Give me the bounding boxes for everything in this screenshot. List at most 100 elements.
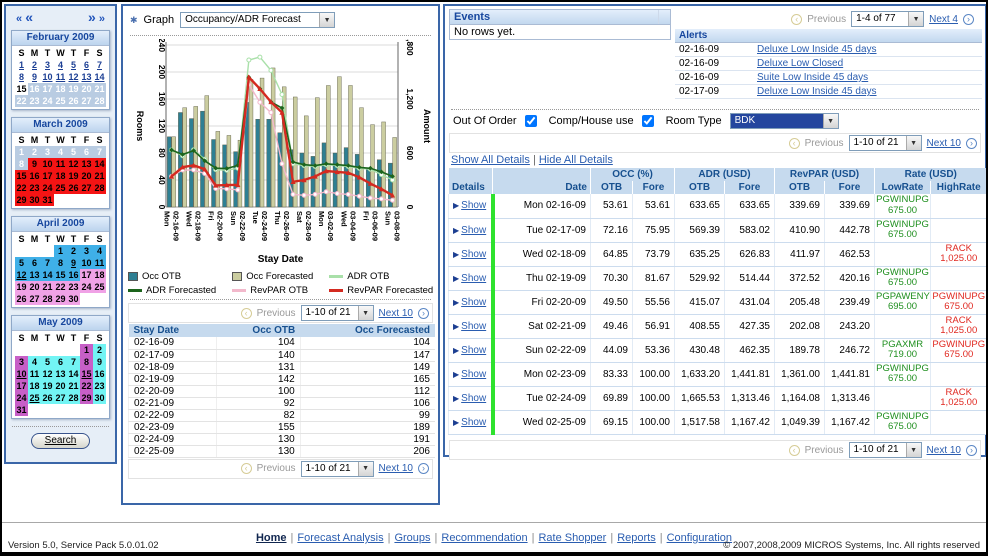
show-details-link[interactable]: Show [461, 417, 486, 428]
calendar-day[interactable]: 11 [54, 158, 67, 170]
col-header[interactable]: Fore [633, 181, 675, 194]
calendar-day[interactable]: 6 [80, 146, 93, 158]
col-header[interactable]: OTB [775, 181, 825, 194]
calendar-day[interactable]: 30 [28, 194, 41, 206]
calendar-day[interactable]: 20 [80, 170, 93, 182]
alert-link[interactable]: Deluxe Low Inside 45 days [757, 44, 877, 55]
calendar-day[interactable]: 13 [80, 71, 93, 83]
previous-icon[interactable]: ‹ [791, 14, 802, 25]
calendar-day[interactable]: 25 [54, 95, 67, 107]
chevron-down-icon[interactable]: ▼ [358, 462, 373, 476]
calendar-day[interactable]: 31 [15, 404, 28, 416]
calendar-day[interactable]: 4 [54, 146, 67, 158]
calendar-day[interactable]: 9 [28, 158, 41, 170]
room-type-select[interactable]: BDK ▼ [730, 113, 839, 129]
calendar-day[interactable]: 5 [67, 146, 80, 158]
calendar-day[interactable]: 24 [15, 392, 28, 404]
calendar-day[interactable]: 12 [41, 368, 54, 380]
calendar-day[interactable]: 9 [28, 71, 41, 83]
footer-link-configuration[interactable]: Configuration [667, 532, 732, 544]
next-icon[interactable]: › [418, 463, 429, 474]
calendar-day[interactable]: 25 [93, 281, 106, 293]
col-header[interactable]: OTB [675, 181, 725, 194]
next-link[interactable]: Next 10 [379, 308, 413, 319]
calendar-day[interactable]: 1 [15, 146, 28, 158]
calendar-day[interactable]: 1 [80, 344, 93, 356]
calendar-day[interactable]: 12 [15, 269, 28, 281]
calendar-day[interactable]: 21 [93, 83, 106, 95]
calendar-day[interactable]: 16 [67, 269, 80, 281]
calendar-day[interactable]: 7 [93, 59, 106, 71]
calendar-day[interactable]: 23 [67, 281, 80, 293]
calendar-day[interactable]: 6 [28, 257, 41, 269]
back-near-icon[interactable]: « [25, 9, 33, 25]
calendar-day[interactable]: 21 [93, 170, 106, 182]
calendar-day[interactable]: 19 [41, 380, 54, 392]
calendar-day[interactable]: 26 [15, 293, 28, 305]
col-header[interactable]: HighRate [931, 181, 987, 194]
calendar-day[interactable]: 10 [41, 158, 54, 170]
show-details-link[interactable]: Show [461, 200, 486, 211]
calendar-day[interactable]: 18 [54, 83, 67, 95]
footer-link-groups[interactable]: Groups [394, 532, 430, 544]
show-details-link[interactable]: Show [461, 225, 486, 236]
alert-link[interactable]: Deluxe Low Closed [757, 58, 843, 69]
calendar-day[interactable]: 14 [93, 71, 106, 83]
show-details-link[interactable]: Show [461, 273, 486, 284]
calendar-day[interactable]: 13 [28, 269, 41, 281]
calendar-day[interactable]: 19 [67, 170, 80, 182]
expand-arrow-icon[interactable]: ▶ [453, 250, 459, 259]
comp-house-checkbox[interactable] [642, 115, 654, 127]
back-far-icon[interactable]: « [16, 13, 22, 25]
calendar-day[interactable]: 5 [41, 356, 54, 368]
footer-link-recommendation[interactable]: Recommendation [441, 532, 527, 544]
show-details-link[interactable]: Show [461, 345, 486, 356]
calendar-day[interactable]: 8 [15, 158, 28, 170]
calendar-day[interactable]: 4 [28, 356, 41, 368]
next-link[interactable]: Next 10 [927, 445, 961, 456]
calendar-day[interactable]: 14 [41, 269, 54, 281]
col-header-occ-forecasted[interactable]: Occ Forecasted [300, 324, 435, 337]
calendar-day[interactable]: 4 [54, 59, 67, 71]
show-details-link[interactable]: Show [461, 249, 486, 260]
chevron-down-icon[interactable]: ▼ [358, 306, 373, 320]
col-header[interactable]: Date [493, 181, 591, 194]
calendar-day[interactable]: 11 [28, 368, 41, 380]
calendar-day[interactable]: 15 [15, 170, 28, 182]
graph-type-select[interactable]: Occupancy/ADR Forecast ▼ [180, 12, 335, 28]
calendar-day[interactable]: 27 [54, 392, 67, 404]
calendar-day[interactable]: 29 [15, 194, 28, 206]
calendar-day[interactable]: 2 [93, 344, 106, 356]
calendar-day[interactable]: 24 [41, 95, 54, 107]
previous-icon[interactable]: ‹ [789, 138, 800, 149]
calendar-day[interactable]: 17 [41, 170, 54, 182]
next-icon[interactable]: › [418, 308, 429, 319]
calendar-day[interactable]: 18 [54, 170, 67, 182]
calendar-forward-buttons[interactable]: » » [88, 9, 105, 25]
calendar-day[interactable]: 24 [80, 281, 93, 293]
calendar-day[interactable]: 22 [15, 182, 28, 194]
calendar-day[interactable]: 18 [28, 380, 41, 392]
expand-arrow-icon[interactable]: ▶ [453, 394, 459, 403]
show-all-details-link[interactable]: Show All Details [451, 154, 530, 166]
details-range-select[interactable]: 1-10 of 21 ▼ [849, 135, 922, 151]
next-icon[interactable]: › [966, 445, 977, 456]
chevron-down-icon[interactable]: ▼ [319, 13, 334, 27]
calendar-day[interactable]: 2 [67, 245, 80, 257]
calendar-day[interactable]: 31 [41, 194, 54, 206]
calendar-day[interactable]: 28 [93, 95, 106, 107]
calendar-day[interactable]: 27 [28, 293, 41, 305]
calendar-day[interactable]: 15 [15, 83, 28, 95]
mid-range-select[interactable]: 1-10 of 21 ▼ [301, 305, 374, 321]
calendar-day[interactable]: 28 [93, 182, 106, 194]
calendar-day[interactable]: 20 [54, 380, 67, 392]
calendar-day[interactable]: 24 [41, 182, 54, 194]
calendar-day[interactable]: 20 [80, 83, 93, 95]
calendar-day[interactable]: 27 [80, 182, 93, 194]
calendar-day[interactable]: 10 [41, 71, 54, 83]
calendar-day[interactable]: 30 [93, 392, 106, 404]
col-header[interactable]: OTB [591, 181, 633, 194]
expand-arrow-icon[interactable]: ▶ [453, 298, 459, 307]
calendar-day[interactable]: 3 [41, 146, 54, 158]
calendar-day[interactable]: 1 [54, 245, 67, 257]
